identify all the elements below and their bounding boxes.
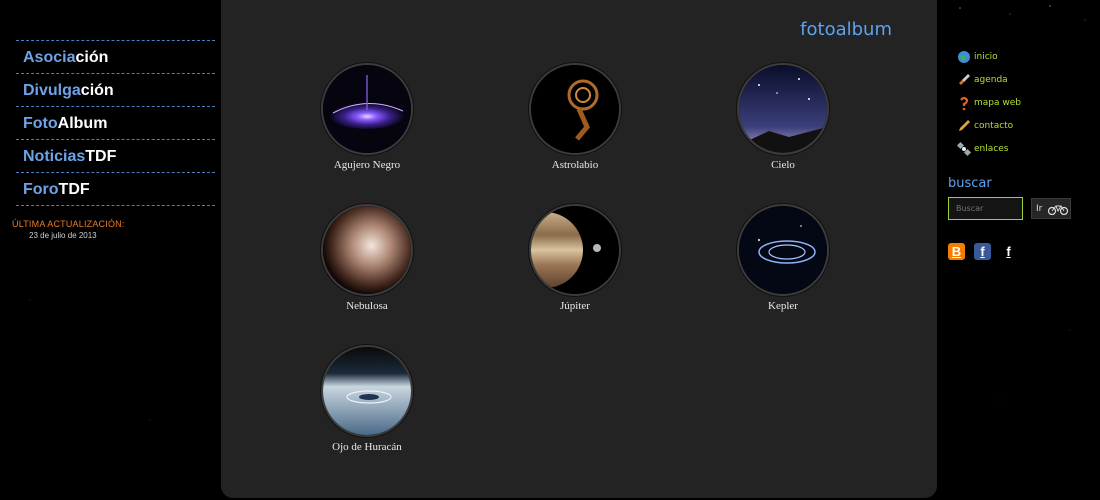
album-tile-ojo-de-huracan[interactable]: Ojo de Huracán (297, 345, 437, 453)
album-thumb-ojo-de-huracan[interactable] (321, 345, 413, 437)
link-enlaces[interactable]: enlaces (956, 137, 1021, 160)
last-update-date: 23 de julio de 2013 (29, 231, 97, 240)
album-thumb-agujero-negro[interactable] (321, 63, 413, 155)
question-icon (960, 96, 969, 110)
search-button-label: Ir (1036, 203, 1043, 214)
link-agenda[interactable]: agenda (956, 68, 1021, 91)
album-thumb-jupiter[interactable] (529, 204, 621, 296)
album-label: Agujero Negro (333, 159, 401, 171)
nav-item-foro[interactable]: ForoTDF (16, 172, 215, 206)
photo-album-panel: fotoalbum Agujero Negro Astrolabio Cielo… (221, 0, 937, 498)
album-tile-astrolabio[interactable]: Astrolabio (505, 63, 645, 171)
album-tile-kepler[interactable]: Kepler (713, 204, 853, 312)
social-links: B f f (948, 243, 1017, 260)
blogger-icon[interactable]: B (948, 243, 965, 260)
album-label: Kepler (768, 300, 798, 312)
album-thumb-nebulosa[interactable] (321, 204, 413, 296)
facebook-plain-icon[interactable]: f (1000, 243, 1017, 260)
globe-icon (958, 50, 970, 63)
search-button[interactable]: Ir (1031, 198, 1071, 219)
search-input[interactable] (948, 197, 1023, 220)
page-title: fotoalbum (800, 19, 892, 40)
album-tile-cielo[interactable]: Cielo (713, 63, 853, 171)
album-thumb-cielo[interactable] (737, 63, 829, 155)
nav-item-divulgacion[interactable]: Divulgación (16, 73, 215, 106)
nav-item-noticias[interactable]: NoticiasTDF (16, 139, 215, 172)
pencil-icon (959, 119, 970, 131)
facebook-icon[interactable]: f (974, 243, 991, 260)
left-nav: Asociación Divulgación FotoAlbum Noticia… (16, 40, 215, 206)
nav-item-asociacion[interactable]: Asociación (16, 40, 215, 73)
album-tile-jupiter[interactable]: Júpiter (505, 204, 645, 312)
satellite-icon (956, 141, 972, 156)
album-label: Astrolabio (551, 159, 599, 171)
search-heading: buscar (948, 176, 992, 191)
album-label: Júpiter (560, 300, 590, 312)
album-label: Cielo (771, 159, 795, 171)
album-tile-nebulosa[interactable]: Nebulosa (297, 204, 437, 312)
bicycle-icon (1048, 205, 1069, 215)
quick-links: inicio agenda mapa web contacto enlaces (956, 45, 1021, 160)
album-thumb-astrolabio[interactable] (529, 63, 621, 155)
link-mapa-web[interactable]: mapa web (956, 91, 1021, 114)
rocket-icon (959, 73, 970, 85)
nav-item-fotoalbum[interactable]: FotoAlbum (16, 106, 215, 139)
album-label: Ojo de Huracán (332, 441, 402, 453)
link-inicio[interactable]: inicio (956, 45, 1021, 68)
album-thumb-kepler[interactable] (737, 204, 829, 296)
last-update: ÚLTIMA ACTUALIZACIÓN: 23 de julio de 201… (12, 219, 125, 240)
album-tile-agujero-negro[interactable]: Agujero Negro (297, 63, 437, 171)
last-update-label: ÚLTIMA ACTUALIZACIÓN: (12, 219, 125, 229)
album-label: Nebulosa (346, 300, 388, 312)
link-contacto[interactable]: contacto (956, 114, 1021, 137)
